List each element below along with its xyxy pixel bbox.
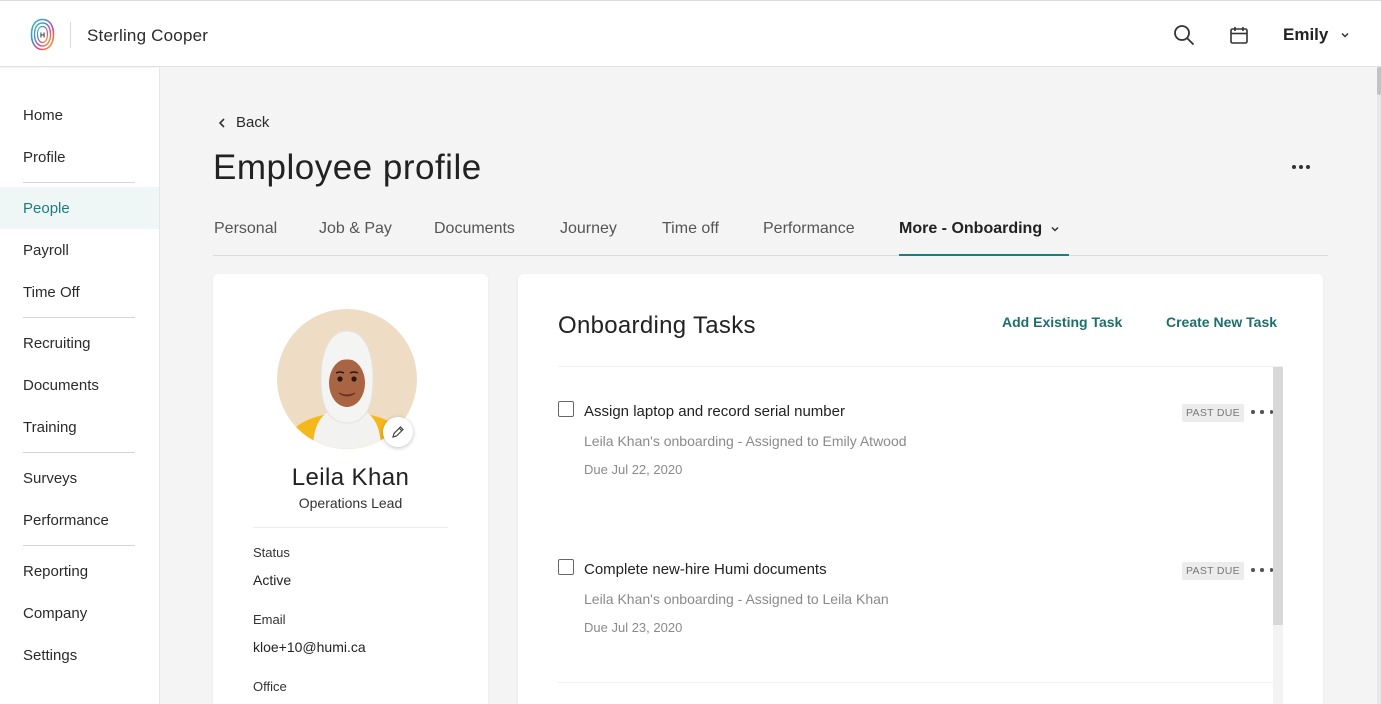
sidebar-divider (23, 182, 135, 183)
create-new-task-button[interactable]: Create New Task (1166, 314, 1277, 330)
sidebar-item-company[interactable]: Company (0, 592, 159, 634)
edit-avatar-button[interactable] (383, 417, 413, 447)
task-more-icon[interactable] (1251, 405, 1273, 419)
user-menu[interactable]: Emily (1283, 25, 1350, 45)
svg-text:H: H (40, 33, 45, 40)
active-tab-indicator (899, 254, 1069, 256)
pencil-icon (392, 426, 404, 438)
past-due-badge: PAST DUE (1182, 404, 1244, 422)
page-title: Employee profile (213, 148, 482, 187)
window-scrollbar[interactable] (1377, 67, 1381, 704)
sidebar-divider (23, 452, 135, 453)
sidebar-item-settings[interactable]: Settings (0, 634, 159, 676)
sidebar-divider (23, 545, 135, 546)
sidebar-item-payroll[interactable]: Payroll (0, 229, 159, 271)
task-title[interactable]: Assign laptop and record serial number (584, 403, 845, 420)
onboarding-tasks-card: Onboarding Tasks Add Existing Task Creat… (518, 274, 1323, 704)
tab-personal[interactable]: Personal (214, 220, 277, 238)
office-label: Office (253, 679, 287, 694)
task-due-date: Due Jul 22, 2020 (584, 462, 683, 477)
task-item: Complete new-hire Humi documents Leila K… (558, 525, 1273, 675)
sidebar-item-performance[interactable]: Performance (0, 499, 159, 541)
profile-tabs: Personal Job & Pay Documents Journey Tim… (213, 215, 1328, 256)
sidebar-item-documents[interactable]: Documents (0, 364, 159, 406)
divider (558, 682, 1273, 683)
tab-job-pay[interactable]: Job & Pay (319, 220, 392, 238)
logo-divider (70, 22, 71, 48)
email-value[interactable]: kloe+10@humi.ca (253, 639, 366, 655)
sidebar-divider (23, 317, 135, 318)
sidebar-item-people[interactable]: People (0, 187, 159, 229)
task-more-icon[interactable] (1251, 563, 1273, 577)
email-label: Email (253, 612, 286, 627)
sidebar-item-reporting[interactable]: Reporting (0, 550, 159, 592)
chevron-down-icon (1341, 32, 1349, 38)
tab-more-onboarding[interactable]: More - Onboarding (899, 220, 1060, 238)
sidebar-item-time-off[interactable]: Time Off (0, 271, 159, 313)
tab-journey[interactable]: Journey (560, 220, 617, 238)
company-name: Sterling Cooper (87, 26, 209, 45)
add-existing-task-button[interactable]: Add Existing Task (1002, 314, 1122, 330)
back-label: Back (236, 114, 270, 131)
sidebar-item-training[interactable]: Training (0, 406, 159, 448)
sidebar-item-recruiting[interactable]: Recruiting (0, 322, 159, 364)
employee-name: Leila Khan (291, 464, 410, 491)
task-title[interactable]: Complete new-hire Humi documents (584, 561, 827, 578)
chevron-down-icon (1051, 226, 1059, 232)
tab-documents[interactable]: Documents (434, 220, 515, 238)
more-options-icon[interactable] (1288, 157, 1314, 177)
window-scrollbar-thumb[interactable] (1377, 67, 1381, 95)
calendar-icon[interactable] (1229, 25, 1249, 45)
divider (253, 527, 448, 528)
past-due-badge: PAST DUE (1182, 562, 1244, 580)
sidebar: Home Profile People Payroll Time Off Rec… (0, 68, 160, 704)
tab-time-off[interactable]: Time off (662, 220, 719, 238)
sidebar-item-surveys[interactable]: Surveys (0, 457, 159, 499)
tab-more-onboarding-label: More - Onboarding (899, 220, 1043, 237)
status-label: Status (253, 545, 290, 560)
status-value: Active (253, 572, 292, 588)
sidebar-item-home[interactable]: Home (0, 94, 159, 136)
task-list: Assign laptop and record serial number L… (558, 366, 1283, 704)
user-name: Emily (1283, 25, 1329, 44)
humi-logo-icon[interactable]: H (30, 18, 55, 51)
task-assignment: Leila Khan's onboarding - Assigned to Em… (584, 433, 907, 449)
profile-card: Leila Khan Operations Lead Status Active… (213, 274, 488, 704)
onboarding-tasks-title: Onboarding Tasks (558, 312, 756, 339)
task-list-scrollbar-thumb[interactable] (1273, 367, 1283, 625)
chevron-left-icon (218, 117, 225, 128)
task-checkbox[interactable] (558, 559, 574, 575)
sidebar-item-profile[interactable]: Profile (0, 136, 159, 178)
employee-role: Operations Lead (298, 495, 403, 511)
top-bar: H Sterling Cooper Emily (0, 0, 1381, 67)
task-checkbox[interactable] (558, 401, 574, 417)
tab-performance[interactable]: Performance (763, 220, 855, 238)
task-due-date: Due Jul 23, 2020 (584, 620, 683, 635)
task-item: Assign laptop and record serial number L… (558, 367, 1273, 517)
task-assignment: Leila Khan's onboarding - Assigned to Le… (584, 591, 889, 607)
back-link[interactable]: Back (218, 114, 269, 131)
search-icon[interactable] (1173, 24, 1195, 46)
